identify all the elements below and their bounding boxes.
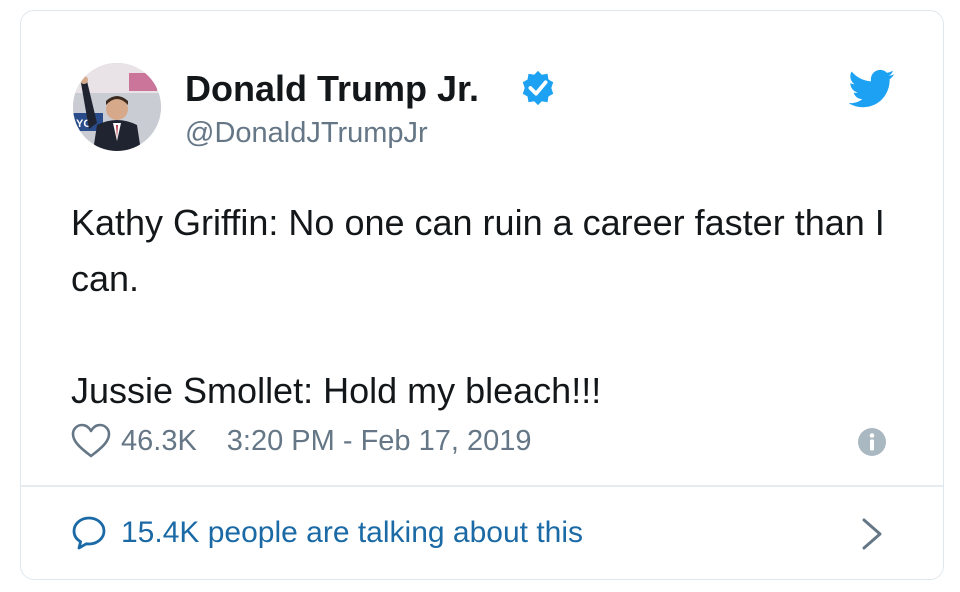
timestamp[interactable]: 3:20 PM - Feb 17, 2019 — [227, 425, 532, 458]
twitter-bird-icon[interactable] — [849, 69, 895, 109]
speech-bubble-icon — [72, 516, 106, 550]
profile-photo-icon: YO — [73, 63, 161, 151]
info-icon[interactable] — [857, 427, 887, 457]
conversation-text[interactable]: 15.4K people are talking about this — [121, 516, 583, 550]
avatar[interactable]: YO — [73, 63, 161, 151]
conversation-link[interactable]: 15.4K people are talking about this — [71, 511, 583, 555]
tweet-text: Kathy Griffin: No one can ruin a career … — [71, 202, 885, 411]
verified-badge-icon — [522, 70, 554, 106]
tweet-card[interactable]: YO Donald Trump Jr. @DonaldJTrumpJr Kath… — [20, 10, 944, 580]
like-count[interactable]: 46.3K — [121, 425, 197, 458]
tweet-meta: 46.3K 3:20 PM - Feb 17, 2019 — [71, 421, 531, 461]
divider — [21, 485, 943, 487]
heart-icon[interactable] — [71, 423, 111, 459]
display-name[interactable]: Donald Trump Jr. — [185, 69, 479, 109]
chevron-right-icon[interactable] — [859, 517, 885, 551]
user-handle[interactable]: @DonaldJTrumpJr — [185, 115, 428, 151]
